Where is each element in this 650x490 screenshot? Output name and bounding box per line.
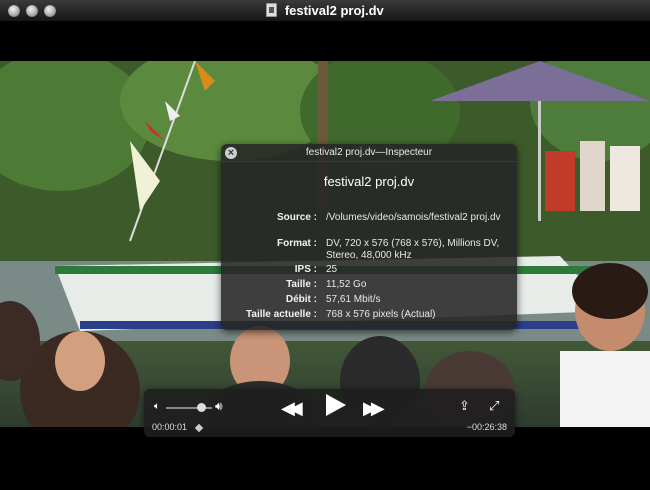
time-elapsed: 00:00:01 — [152, 422, 188, 432]
fullscreen-icon[interactable]: ⤢ — [489, 398, 499, 414]
inspector-filename: festival2 proj.dv — [323, 174, 415, 189]
info-value: 25 — [326, 264, 338, 275]
info-value: 57,61 Mbit/s — [326, 294, 381, 305]
playback-controller: 🔈︎ 🔊︎ ◀◀ ▶▶ ⇪ ⤢ 00:00:01 −00:26:38 — [144, 389, 515, 437]
info-row-bitrate: Débit : 57,61 Mbit/s — [221, 294, 517, 309]
info-label: Source : — [276, 212, 317, 223]
info-value: /Volumes/video/samois/festival2 proj.dv — [326, 212, 501, 223]
info-value: 11,52 Go — [326, 279, 367, 290]
window-title-group: festival2 proj.dv — [0, 3, 650, 18]
info-row-source: Source : /Volumes/video/samois/festival2… — [221, 212, 517, 238]
info-value: 768 x 576 pixels (Actual) — [326, 309, 436, 320]
info-label: Format : — [277, 238, 317, 249]
inspector-title: festival2 proj.dv—Inspecteur — [305, 147, 433, 158]
info-label: Taille actuelle : — [246, 309, 317, 320]
play-icon[interactable] — [326, 394, 346, 416]
inspector-panel: × festival2 proj.dv—Inspecteur festival2… — [221, 144, 517, 330]
volume-slider-knob[interactable] — [196, 403, 206, 412]
info-row-fps: IPS : 25 — [221, 264, 517, 279]
info-row-size: Taille : 11,52 Go — [221, 279, 517, 294]
volume-high-icon[interactable]: 🔊︎ — [215, 399, 223, 414]
info-row-current-size: Taille actuelle : 768 x 576 pixels (Actu… — [221, 309, 517, 324]
time-remaining: −00:26:38 — [466, 422, 507, 432]
info-label: Taille : — [286, 279, 317, 290]
info-row-format: Format : DV, 720 x 576 (768 x 576), Mill… — [221, 238, 517, 264]
volume-low-icon[interactable]: 🔈︎ — [154, 401, 160, 412]
inspector-titlebar: × festival2 proj.dv—Inspecteur — [221, 144, 517, 162]
inspector-info-rows: Source : /Volumes/video/samois/festival2… — [221, 212, 517, 324]
rewind-icon[interactable]: ◀◀ — [281, 398, 303, 419]
window-titlebar: festival2 proj.dv — [0, 0, 650, 22]
scrubber-playhead[interactable] — [194, 423, 204, 433]
fast-forward-icon[interactable]: ▶▶ — [363, 398, 385, 419]
info-label: IPS : — [294, 264, 317, 275]
info-value: DV, 720 x 576 (768 x 576), Millions DV, … — [326, 238, 500, 261]
document-icon — [266, 3, 278, 17]
window-title: festival2 proj.dv — [284, 3, 384, 18]
info-label: Débit : — [285, 294, 317, 305]
share-icon[interactable]: ⇪ — [459, 398, 470, 414]
